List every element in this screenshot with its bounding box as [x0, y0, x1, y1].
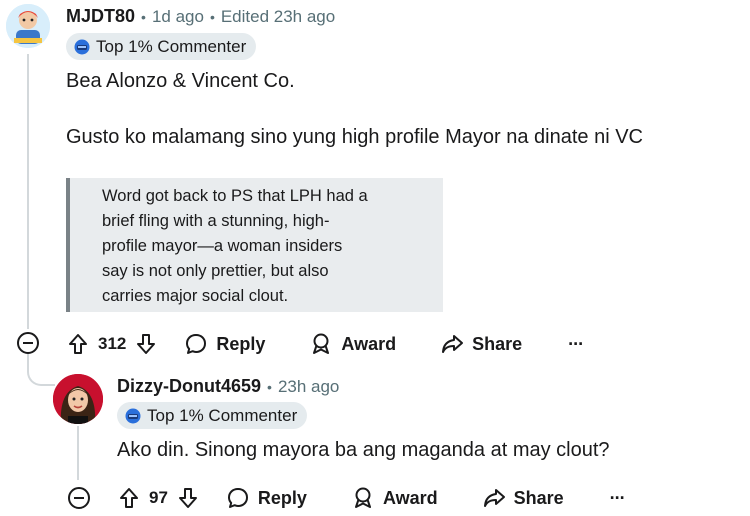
share-button[interactable]: Share: [482, 486, 564, 510]
share-label: Share: [513, 487, 564, 508]
separator: •: [209, 9, 215, 25]
avatar-image: [6, 4, 50, 48]
award-icon: [354, 487, 371, 508]
share-icon: [442, 335, 464, 353]
vote-count: 312: [98, 334, 127, 353]
thread-line[interactable]: [27, 54, 29, 329]
comment-header: Dizzy-Donut4659 • 23h ago: [117, 376, 339, 397]
quote-line: brief fling with a stunning, high-: [102, 212, 330, 230]
reply-label: Reply: [216, 333, 266, 354]
separator: •: [267, 379, 272, 395]
flair-icon: [74, 39, 90, 55]
downvote-button[interactable]: [176, 486, 200, 510]
quote-line: Word got back to PS that LPH had a: [102, 187, 368, 205]
collapse-icon: [17, 332, 39, 354]
user-flair: Top 1% Commenter: [117, 402, 308, 429]
upvote-button[interactable]: [117, 486, 141, 510]
reply-button[interactable]: Reply: [226, 486, 307, 510]
timestamp[interactable]: 23h ago: [278, 377, 339, 397]
comment-text-line: Bea Alonzo & Vincent Co.: [66, 70, 295, 92]
award-label: Award: [382, 487, 438, 508]
flair-icon: [125, 408, 141, 424]
vote-count: 97: [149, 488, 168, 507]
avatar-image: [53, 374, 103, 424]
user-flair: Top 1% Commenter: [66, 33, 257, 60]
more-options-button[interactable]: ···: [610, 488, 626, 509]
avatar[interactable]: [53, 374, 103, 424]
collapse-icon: [68, 487, 90, 509]
more-options-button[interactable]: ···: [568, 334, 584, 355]
downvote-icon: [137, 334, 156, 354]
award-icon: [313, 333, 330, 354]
quote-line: carries major social clout.: [102, 287, 289, 305]
flair-text: Top 1% Commenter: [147, 405, 298, 425]
comment-text-line: Gusto ko malamang sino yung high profile…: [66, 126, 643, 148]
upvote-icon: [120, 488, 138, 508]
avatar[interactable]: [6, 4, 50, 48]
thread-connector: [27, 354, 55, 386]
share-icon: [483, 489, 505, 507]
reply-label: Reply: [257, 487, 307, 508]
collapse-thread-button[interactable]: [67, 486, 91, 515]
quoted-image[interactable]: Word got back to PS that LPH had a brief…: [66, 178, 443, 312]
quote-line: say is not only prettier, but also: [102, 262, 329, 280]
reply-button[interactable]: Reply: [184, 332, 265, 356]
quote-line: profile mayor—a woman insiders: [102, 237, 343, 255]
comment-header: MJDT80 • 1d ago • Edited 23h ago: [66, 6, 335, 27]
share-label: Share: [472, 333, 523, 354]
reply-icon: [227, 488, 248, 508]
thread-line[interactable]: [77, 426, 79, 480]
upvote-icon: [69, 334, 87, 354]
downvote-button[interactable]: [134, 332, 158, 356]
flair-text: Top 1% Commenter: [96, 36, 247, 56]
comment-actions: 312 Reply Award Share ···: [66, 327, 584, 361]
award-label: Award: [341, 333, 397, 354]
comment-text: Ako din. Sinong mayora ba ang maganda at…: [117, 439, 610, 461]
award-button[interactable]: Award: [351, 486, 438, 510]
timestamp[interactable]: 1d ago: [152, 7, 204, 27]
upvote-button[interactable]: [66, 332, 90, 356]
edited-label: Edited 23h ago: [220, 7, 336, 26]
share-button[interactable]: Share: [440, 332, 522, 356]
username[interactable]: Dizzy-Donut4659: [117, 376, 261, 397]
downvote-icon: [178, 488, 197, 508]
reply-icon: [186, 334, 207, 354]
username[interactable]: MJDT80: [66, 6, 135, 27]
comment-actions: 97 Reply Award Share ···: [117, 481, 626, 515]
separator: •: [141, 9, 146, 25]
award-button[interactable]: Award: [309, 332, 396, 356]
